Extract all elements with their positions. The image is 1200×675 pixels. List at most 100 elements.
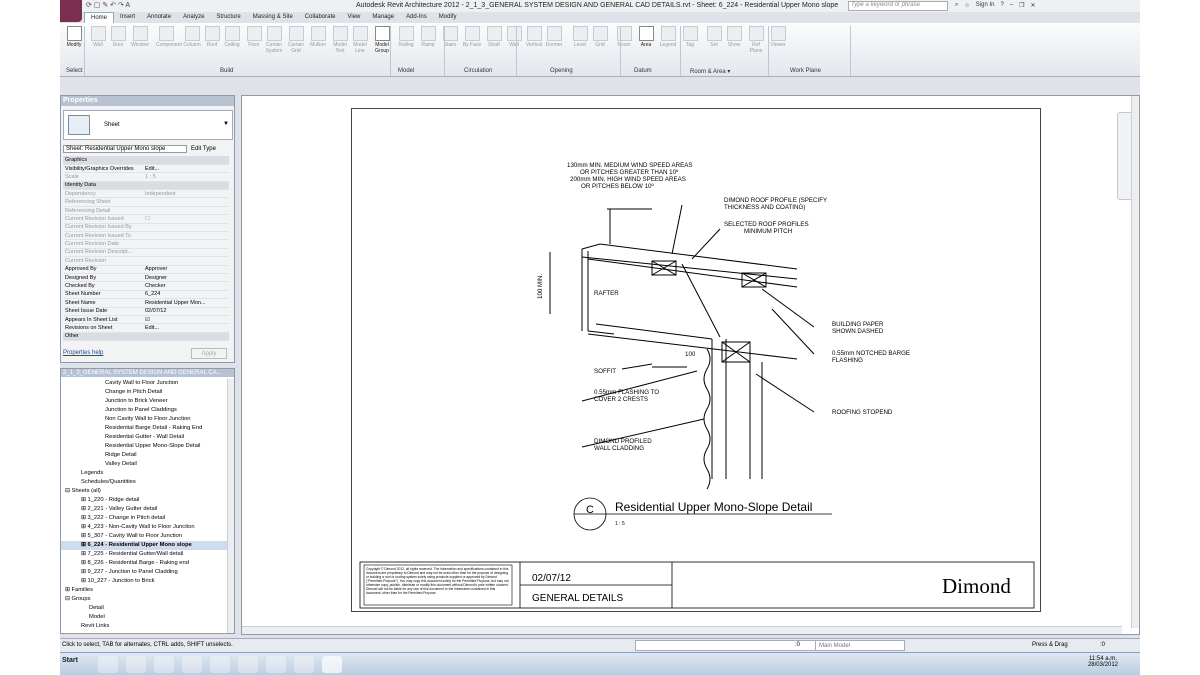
design-option-select[interactable]: Main Model: [815, 640, 905, 651]
start-button[interactable]: Start: [62, 657, 78, 664]
press-drag-toggle[interactable]: Press & Drag: [1032, 642, 1068, 648]
property-row[interactable]: Visibility/Graphics Overrides Edit...: [63, 164, 229, 174]
tree-item[interactable]: Ridge Detail: [61, 451, 229, 460]
tree-item[interactable]: Junction to Panel Claddings: [61, 406, 229, 415]
quick-access-toolbar[interactable]: ⟳ ▢ ✎ ↶ ↷ A: [86, 1, 130, 9]
instance-filter[interactable]: Sheet: Residential Upper Mono slope Edit…: [63, 145, 216, 153]
clock[interactable]: 11:54 a.m. 28/03/2012: [1088, 656, 1118, 668]
media-player-icon[interactable]: [154, 656, 174, 673]
tree-item[interactable]: Cavity Wall to Floor Junction: [61, 379, 229, 388]
property-row[interactable]: Appears In Sheet List ☑: [63, 315, 229, 325]
edit-type-button[interactable]: Edit Type: [191, 146, 216, 152]
ribbon-button-component[interactable]: Component: [156, 26, 182, 48]
tab-massing-site[interactable]: Massing & Site: [247, 12, 299, 23]
ribbon-button-ceiling[interactable]: Ceiling: [222, 26, 242, 48]
property-row[interactable]: Dependency Independent: [63, 189, 229, 199]
ribbon-button-mullion[interactable]: Mullion: [308, 26, 328, 48]
property-row[interactable]: Current Revision Descript...: [63, 248, 229, 258]
panel-label-model[interactable]: Model: [398, 68, 414, 74]
ribbon-button-viewer[interactable]: Viewer: [768, 26, 788, 48]
ribbon-button-window[interactable]: Window: [130, 26, 150, 48]
ribbon-button-area[interactable]: Area: [636, 26, 656, 48]
property-row[interactable]: Current Revision: [63, 256, 229, 266]
property-value[interactable]: Residential Upper Mon...: [143, 298, 229, 308]
tree-item[interactable]: Revit Links: [61, 622, 229, 631]
tab-manage[interactable]: Manage: [366, 12, 400, 23]
star-icon[interactable]: ☆: [964, 2, 969, 9]
tree-item[interactable]: Valley Detail: [61, 460, 229, 469]
canvas-scrollbar-h[interactable]: [242, 626, 1122, 634]
ribbon-button-tag[interactable]: Tag: [680, 26, 700, 48]
search-input[interactable]: Type a keyword or phrase: [848, 1, 948, 11]
ribbon-button-door[interactable]: Door: [108, 26, 128, 48]
tab-view[interactable]: View: [341, 12, 366, 23]
calculator-icon[interactable]: [238, 656, 258, 673]
tab-analyze[interactable]: Analyze: [177, 12, 210, 23]
tree-item[interactable]: ⊟ Groups: [61, 595, 229, 604]
property-row[interactable]: Designed By Designer: [63, 273, 229, 283]
minimize-button[interactable]: –: [1010, 2, 1013, 9]
property-row[interactable]: Current Revision Issued By: [63, 223, 229, 233]
filter-count[interactable]: :0: [1100, 642, 1105, 648]
tab-collaborate[interactable]: Collaborate: [299, 12, 342, 23]
sign-in-link[interactable]: Sign In: [976, 2, 995, 9]
tree-item[interactable]: ⊞ 2_221 - Valley Gutter detail: [61, 505, 229, 514]
chrome-icon[interactable]: [126, 656, 146, 673]
ribbon-button-model-text[interactable]: Model Text: [330, 26, 350, 54]
ribbon-button-stairs[interactable]: Stairs: [440, 26, 460, 48]
property-value[interactable]: Checker: [143, 281, 229, 291]
tree-item[interactable]: Junction to Brick Veneer: [61, 397, 229, 406]
revit-icon[interactable]: [322, 656, 342, 673]
property-row[interactable]: Referencing Sheet: [63, 197, 229, 207]
tree-item[interactable]: ⊞ 5_307 - Cavity Wall to Floor Junction: [61, 532, 229, 541]
property-row[interactable]: Sheet Number 6_224: [63, 290, 229, 300]
tab-add-ins[interactable]: Add-Ins: [400, 12, 433, 23]
tree-item[interactable]: ⊞ 10_227 - Junction to Brick: [61, 577, 229, 586]
tree-item[interactable]: ⊞ 7_225 - Residential Gutter/Wall detail: [61, 550, 229, 559]
ribbon-button-wall[interactable]: Wall: [504, 26, 524, 48]
acrobat-icon[interactable]: [210, 656, 230, 673]
panel-label-work-plane[interactable]: Work Plane: [790, 68, 821, 74]
property-value[interactable]: ☑: [143, 315, 229, 325]
canvas-scrollbar-v[interactable]: [1131, 96, 1139, 628]
property-value[interactable]: Approver: [143, 265, 229, 274]
tree-item[interactable]: Change in Pitch Detail: [61, 388, 229, 397]
panel-label-opening[interactable]: Opening: [550, 68, 573, 74]
properties-help-link[interactable]: Properties help: [63, 350, 103, 356]
ribbon-button-level[interactable]: Level: [570, 26, 590, 48]
instance-filter-select[interactable]: Sheet: Residential Upper Mono slope: [63, 145, 187, 153]
tab-structure[interactable]: Structure: [210, 12, 246, 23]
panel-label-select[interactable]: Select: [66, 68, 83, 74]
browser-scrollbar[interactable]: [227, 379, 234, 633]
property-row[interactable]: Current Revision Date: [63, 239, 229, 249]
panel-label-room-area[interactable]: Room & Area ▾: [690, 68, 730, 75]
tree-item[interactable]: Legends: [61, 469, 229, 478]
ribbon-button-set[interactable]: Set: [704, 26, 724, 48]
ribbon-button-room[interactable]: Room: [614, 26, 634, 48]
panel-label-build[interactable]: Build: [220, 68, 233, 74]
property-row[interactable]: Sheet Issue Date 02/07/12: [63, 307, 229, 316]
tree-item[interactable]: Detail: [61, 604, 229, 613]
tree-item[interactable]: ⊞ 4_223 - Non-Cavity Wall to Floor Junct…: [61, 523, 229, 532]
paint-icon[interactable]: [294, 656, 314, 673]
ribbon-button-modify[interactable]: Modify: [64, 26, 84, 48]
tree-item[interactable]: ⊞ Families: [61, 586, 229, 595]
property-value[interactable]: 6_224: [143, 290, 229, 300]
property-row[interactable]: Current Revision Issued ☐: [63, 214, 229, 224]
tree-item[interactable]: Residential Barge Detail - Raking End: [61, 424, 229, 433]
ribbon-button-model-group[interactable]: Model Group: [372, 26, 392, 54]
property-row[interactable]: Sheet Name Residential Upper Mon...: [63, 298, 229, 308]
tab-annotate[interactable]: Annotate: [141, 12, 177, 23]
tree-item[interactable]: ⊞ 8_226 - Residential Barge - Raking end: [61, 559, 229, 568]
property-row[interactable]: Identity Data: [63, 181, 229, 191]
ie-icon[interactable]: [98, 656, 118, 673]
ribbon-button-floor[interactable]: Floor: [244, 26, 264, 48]
ribbon-button-legend[interactable]: Legend: [658, 26, 678, 48]
ribbon-button-ref-plane[interactable]: Ref Plane: [746, 26, 766, 54]
property-value[interactable]: Edit...: [143, 323, 229, 333]
ribbon-button-vertical[interactable]: Vertical: [524, 26, 544, 48]
application-menu-button[interactable]: [60, 0, 82, 22]
tree-item[interactable]: ⊞ 9_227 - Junction to Panel Cladding: [61, 568, 229, 577]
close-button[interactable]: ✕: [1031, 2, 1036, 9]
ribbon-button-model-line[interactable]: Model Line: [350, 26, 370, 54]
